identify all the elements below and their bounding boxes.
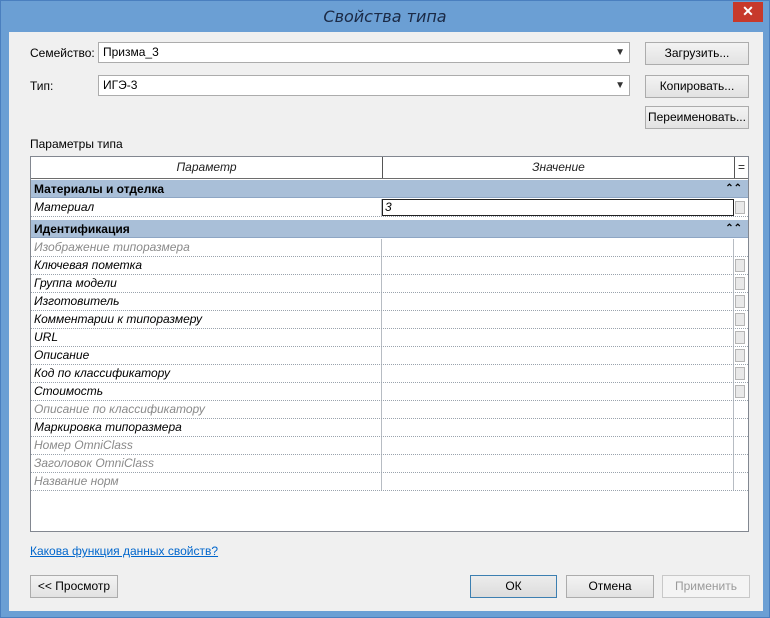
formula-button[interactable] <box>735 331 745 344</box>
formula-button[interactable] <box>735 385 745 398</box>
param-name: Материал <box>31 199 382 216</box>
param-value[interactable] <box>382 239 734 256</box>
group-identification[interactable]: Идентификация ⌃⌃ <box>31 220 748 238</box>
param-name: Группа модели <box>31 275 382 292</box>
param-value[interactable] <box>382 365 734 382</box>
type-properties-dialog: Свойства типа ✕ Семейство: Призма_3 ▼ За… <box>0 0 770 618</box>
type-parameters-label: Параметры типа <box>30 137 123 151</box>
param-name: Описание <box>31 347 382 364</box>
group-label: Материалы и отделка <box>34 182 165 196</box>
table-row[interactable]: Ключевая пометка <box>31 257 748 275</box>
param-name: URL <box>31 329 382 346</box>
param-value[interactable] <box>382 257 734 274</box>
param-value[interactable] <box>382 329 734 346</box>
param-name: Ключевая пометка <box>31 257 382 274</box>
param-value[interactable] <box>382 293 734 310</box>
param-value[interactable] <box>382 437 734 454</box>
chevron-down-icon: ▼ <box>615 47 625 58</box>
param-name: Комментарии к типоразмеру <box>31 311 382 328</box>
table-row[interactable]: Описание <box>31 347 748 365</box>
param-name: Изображение типоразмера <box>31 239 382 256</box>
param-name: Код по классификатору <box>31 365 382 382</box>
param-name: Заголовок OmniClass <box>31 455 382 472</box>
table-row[interactable]: Стоимость <box>31 383 748 401</box>
grid-header: Параметр Значение = <box>31 157 748 179</box>
close-button[interactable]: ✕ <box>733 2 763 22</box>
type-value: ИГЭ-3 <box>103 78 138 92</box>
title-bar[interactable]: Свойства типа ✕ <box>1 1 769 31</box>
column-header-parameter[interactable]: Параметр <box>31 157 383 178</box>
load-button[interactable]: Загрузить... <box>645 42 749 65</box>
help-link[interactable]: Какова функция данных свойств? <box>30 544 218 558</box>
rename-button[interactable]: Переименовать... <box>645 106 749 129</box>
type-select[interactable]: ИГЭ-3 ▼ <box>98 75 630 96</box>
column-header-value[interactable]: Значение <box>383 157 735 178</box>
table-row[interactable]: Комментарии к типоразмеру <box>31 311 748 329</box>
param-name: Номер OmniClass <box>31 437 382 454</box>
param-value[interactable] <box>382 311 734 328</box>
chevron-down-icon: ▼ <box>615 80 625 91</box>
param-name: Описание по классификатору <box>31 401 382 418</box>
collapse-icon[interactable]: ⌃⌃ <box>725 220 742 238</box>
table-row[interactable]: Группа модели <box>31 275 748 293</box>
table-row[interactable]: Название норм <box>31 473 748 491</box>
param-value[interactable] <box>382 419 734 436</box>
param-value[interactable] <box>382 275 734 292</box>
param-name: Название норм <box>31 473 382 490</box>
cancel-button[interactable]: Отмена <box>566 575 654 598</box>
formula-button[interactable] <box>735 367 745 380</box>
param-name: Стоимость <box>31 383 382 400</box>
param-value[interactable] <box>382 347 734 364</box>
column-header-formula[interactable]: = <box>735 157 748 178</box>
family-value: Призма_3 <box>103 45 159 59</box>
param-value[interactable] <box>382 383 734 400</box>
group-materials[interactable]: Материалы и отделка ⌃⌃ <box>31 180 748 198</box>
param-value[interactable] <box>382 455 734 472</box>
table-row[interactable]: Маркировка типоразмера <box>31 419 748 437</box>
parameters-grid: Параметр Значение = Материалы и отделка … <box>30 156 749 532</box>
copy-button[interactable]: Копировать... <box>645 75 749 98</box>
ok-button[interactable]: ОК <box>470 575 557 598</box>
table-row[interactable]: Изображение типоразмера <box>31 239 748 257</box>
table-row[interactable]: URL <box>31 329 748 347</box>
type-label: Тип: <box>30 79 54 93</box>
group-label: Идентификация <box>34 222 130 236</box>
table-row[interactable]: Номер OmniClass <box>31 437 748 455</box>
collapse-icon[interactable]: ⌃⌃ <box>725 180 742 198</box>
browse-button[interactable] <box>735 201 745 214</box>
window-title: Свойства типа <box>323 7 447 26</box>
formula-button[interactable] <box>735 259 745 272</box>
preview-button[interactable]: << Просмотр <box>30 575 118 598</box>
table-row[interactable]: Материал 3 <box>31 199 748 217</box>
formula-button[interactable] <box>735 313 745 326</box>
dialog-body: Семейство: Призма_3 ▼ Загрузить... Тип: … <box>9 32 763 611</box>
formula-button[interactable] <box>735 295 745 308</box>
param-value[interactable] <box>382 401 734 418</box>
table-row[interactable]: Заголовок OmniClass <box>31 455 748 473</box>
table-row[interactable]: Изготовитель <box>31 293 748 311</box>
table-row[interactable]: Код по классификатору <box>31 365 748 383</box>
formula-button[interactable] <box>735 277 745 290</box>
table-row[interactable]: Описание по классификатору <box>31 401 748 419</box>
param-value[interactable] <box>382 473 734 490</box>
family-select[interactable]: Призма_3 ▼ <box>98 42 630 63</box>
param-name: Маркировка типоразмера <box>31 419 382 436</box>
material-value-field[interactable]: 3 <box>382 199 734 216</box>
formula-button[interactable] <box>735 349 745 362</box>
family-label: Семейство: <box>30 46 95 60</box>
param-name: Изготовитель <box>31 293 382 310</box>
apply-button[interactable]: Применить <box>662 575 750 598</box>
